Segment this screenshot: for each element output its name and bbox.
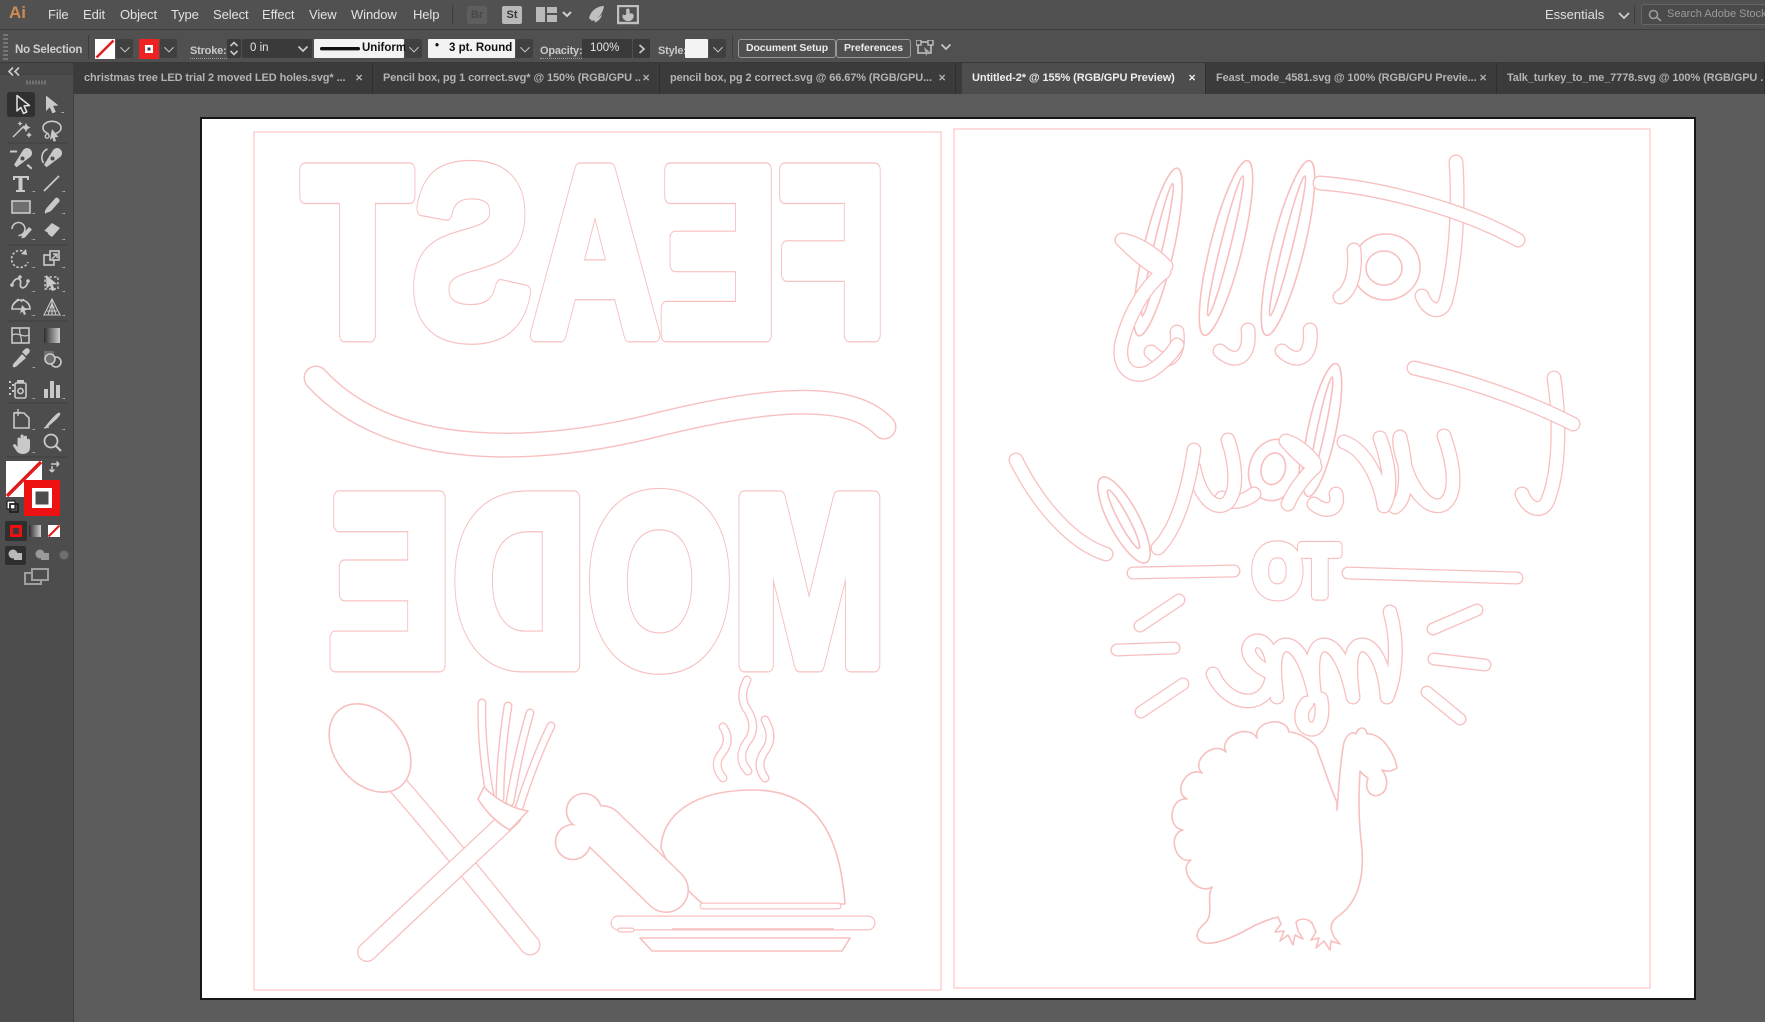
svg-text:MODE: MODE <box>328 446 887 717</box>
svg-text:FEAST: FEAST <box>303 118 887 386</box>
svg-text:TO: TO <box>1253 532 1339 612</box>
